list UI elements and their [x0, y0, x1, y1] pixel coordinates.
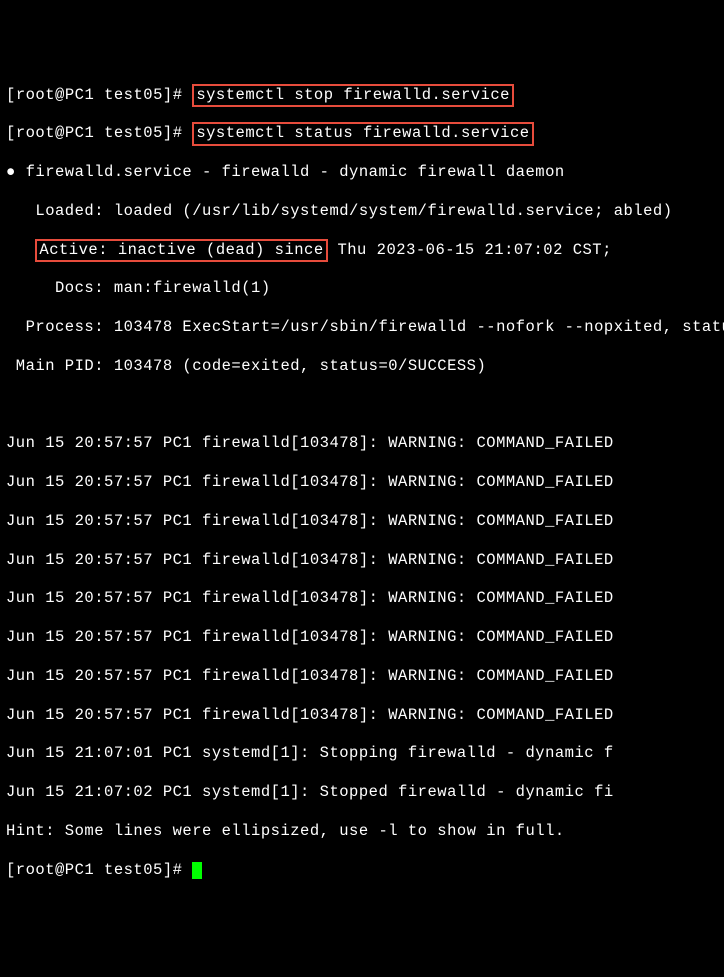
service-docs: Docs: man:firewalld(1)	[6, 279, 718, 298]
prompt: [root@PC1 test05]#	[6, 124, 192, 142]
blank-line	[6, 396, 718, 415]
service-process: Process: 103478 ExecStart=/usr/sbin/fire…	[6, 318, 718, 337]
log-line: Jun 15 20:57:57 PC1 firewalld[103478]: W…	[6, 512, 718, 531]
log-line: Jun 15 20:57:57 PC1 firewalld[103478]: W…	[6, 589, 718, 608]
highlighted-active-state: Active: inactive (dead) since	[35, 239, 327, 262]
log-line: Jun 15 21:07:01 PC1 systemd[1]: Stopping…	[6, 744, 718, 763]
service-active: Active: inactive (dead) since Thu 2023-0…	[6, 241, 718, 260]
terminal-line-1: [root@PC1 test05]# systemctl stop firewa…	[6, 86, 718, 105]
log-line: Jun 15 21:07:02 PC1 systemd[1]: Stopped …	[6, 783, 718, 802]
log-line: Jun 15 20:57:57 PC1 firewalld[103478]: W…	[6, 473, 718, 492]
service-header: ● firewalld.service - firewalld - dynami…	[6, 163, 718, 182]
service-loaded: Loaded: loaded (/usr/lib/systemd/system/…	[6, 202, 718, 221]
cursor	[192, 862, 202, 879]
log-line: Jun 15 20:57:57 PC1 firewalld[103478]: W…	[6, 551, 718, 570]
final-prompt-line[interactable]: [root@PC1 test05]#	[6, 861, 718, 880]
highlighted-command-status: systemctl status firewalld.service	[192, 122, 533, 145]
log-line: Jun 15 20:57:57 PC1 firewalld[103478]: W…	[6, 667, 718, 686]
service-mainpid: Main PID: 103478 (code=exited, status=0/…	[6, 357, 718, 376]
prompt: [root@PC1 test05]#	[6, 86, 192, 104]
log-line: Jun 15 20:57:57 PC1 firewalld[103478]: W…	[6, 628, 718, 647]
terminal-line-2: [root@PC1 test05]# systemctl status fire…	[6, 124, 718, 143]
hint-line: Hint: Some lines were ellipsized, use -l…	[6, 822, 718, 841]
log-line: Jun 15 20:57:57 PC1 firewalld[103478]: W…	[6, 434, 718, 453]
highlighted-command-stop: systemctl stop firewalld.service	[192, 84, 514, 107]
log-line: Jun 15 20:57:57 PC1 firewalld[103478]: W…	[6, 706, 718, 725]
